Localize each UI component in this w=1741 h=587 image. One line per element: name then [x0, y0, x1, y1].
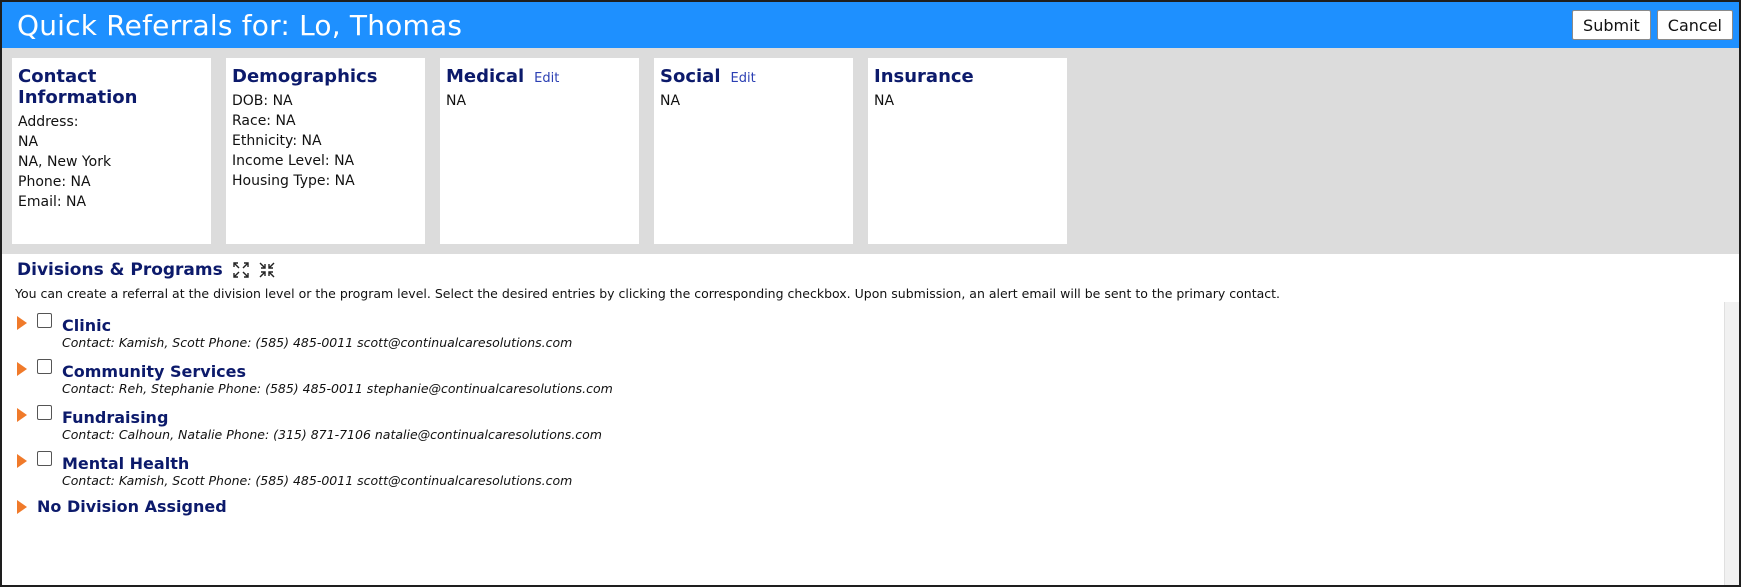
division-name[interactable]: Mental Health: [62, 454, 189, 473]
social-edit-link[interactable]: Edit: [731, 71, 756, 86]
race-value: Race: NA: [232, 113, 296, 129]
division-contact: Contact: Kamish, Scott Phone: (585) 485-…: [62, 335, 573, 350]
email-value: Email: NA: [18, 194, 87, 210]
division-contact: Contact: Calhoun, Natalie Phone: (315) 8…: [62, 427, 602, 442]
no-division-name[interactable]: No Division Assigned: [37, 497, 227, 516]
submit-button[interactable]: Submit: [1572, 10, 1651, 40]
division-name[interactable]: Community Services: [62, 362, 246, 381]
division-list: Clinic Contact: Kamish, Scott Phone: (58…: [17, 313, 1724, 516]
division-row: Community Services: [17, 359, 1724, 381]
vertical-scrollbar[interactable]: [1724, 302, 1739, 585]
insurance-card: Insurance NA: [868, 58, 1067, 244]
division-item: Mental Health Contact: Kamish, Scott Pho…: [17, 451, 1724, 488]
expand-caret-icon[interactable]: [17, 453, 27, 468]
division-row: Clinic: [17, 313, 1724, 335]
card-title: Contact Information: [18, 66, 138, 108]
help-text: You can create a referral at the divisio…: [15, 286, 1280, 301]
division-row: Fundraising: [17, 405, 1724, 427]
expand-caret-icon[interactable]: [17, 361, 27, 376]
divisions-programs-section: Divisions & Programs You can create a re…: [2, 254, 1739, 516]
cancel-button[interactable]: Cancel: [1656, 10, 1733, 40]
income-level-value: Income Level: NA: [232, 153, 355, 169]
division-item: Community Services Contact: Reh, Stephan…: [17, 359, 1724, 396]
social-card: Social Edit NA: [654, 58, 853, 244]
division-item: Fundraising Contact: Calhoun, Natalie Ph…: [17, 405, 1724, 442]
address-line-1: NA: [18, 134, 39, 150]
address-label: Address:: [18, 114, 79, 130]
ethnicity-value: Ethnicity: NA: [232, 133, 322, 149]
division-checkbox[interactable]: [37, 405, 52, 420]
division-checkbox[interactable]: [37, 359, 52, 374]
expand-icon[interactable]: [233, 262, 249, 278]
header-actions: Submit Cancel: [1572, 10, 1733, 40]
social-value: NA: [660, 93, 681, 109]
card-header: Social Edit: [660, 66, 847, 87]
card-title: Insurance: [874, 66, 974, 87]
section-title: Divisions & Programs: [17, 260, 223, 280]
division-checkbox[interactable]: [37, 313, 52, 328]
contact-information-card: Contact Information Address: NA NA, New …: [12, 58, 211, 244]
phone-value: Phone: NA: [18, 174, 91, 190]
division-name[interactable]: Fundraising: [62, 408, 168, 427]
card-title: Medical: [446, 66, 525, 87]
medical-value: NA: [446, 93, 467, 109]
division-item: Clinic Contact: Kamish, Scott Phone: (58…: [17, 313, 1724, 350]
division-contact: Contact: Reh, Stephanie Phone: (585) 485…: [62, 381, 613, 396]
card-header: Demographics: [232, 66, 419, 87]
dob-value: DOB: NA: [232, 93, 293, 109]
insurance-value: NA: [874, 93, 895, 109]
housing-type-value: Housing Type: NA: [232, 173, 355, 189]
section-header: Divisions & Programs: [17, 260, 1724, 280]
client-info-cards: Contact Information Address: NA NA, New …: [2, 48, 1739, 254]
medical-edit-link[interactable]: Edit: [534, 71, 559, 86]
page-title: Quick Referrals for: Lo, Thomas: [17, 8, 463, 42]
medical-card: Medical Edit NA: [440, 58, 639, 244]
quick-referrals-window: Quick Referrals for: Lo, Thomas Submit C…: [0, 0, 1741, 587]
expand-caret-icon[interactable]: [17, 315, 27, 330]
division-name[interactable]: Clinic: [62, 316, 111, 335]
collapse-icon[interactable]: [259, 262, 275, 278]
no-division-item: No Division Assigned: [17, 497, 1724, 516]
address-line-2: NA, New York: [18, 154, 112, 170]
division-checkbox[interactable]: [37, 451, 52, 466]
division-row: Mental Health: [17, 451, 1724, 473]
expand-caret-icon[interactable]: [17, 499, 27, 514]
card-title: Demographics: [232, 66, 378, 87]
expand-caret-icon[interactable]: [17, 407, 27, 422]
division-contact: Contact: Kamish, Scott Phone: (585) 485-…: [62, 473, 573, 488]
card-header: Contact Information: [18, 66, 205, 108]
division-row: No Division Assigned: [17, 497, 1724, 516]
title-bar: Quick Referrals for: Lo, Thomas Submit C…: [2, 2, 1739, 48]
demographics-card: Demographics DOB: NA Race: NA Ethnicity:…: [226, 58, 425, 244]
card-title: Social: [660, 66, 721, 87]
card-header: Insurance: [874, 66, 1061, 87]
card-header: Medical Edit: [446, 66, 633, 87]
